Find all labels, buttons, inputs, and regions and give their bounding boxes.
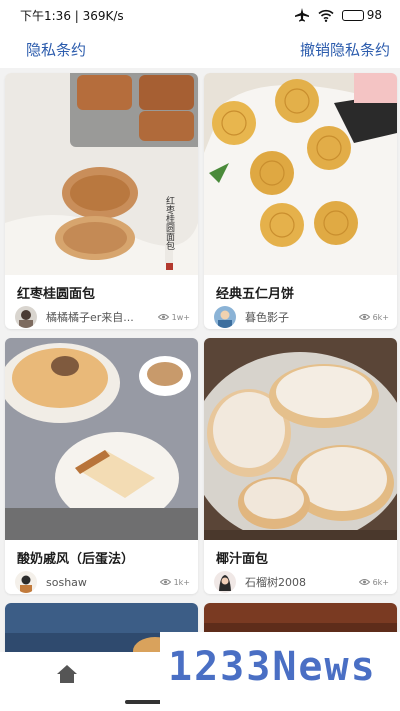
- watermark: 1233News: [160, 632, 400, 711]
- author-name[interactable]: 石榴树2008: [245, 574, 355, 590]
- home-icon[interactable]: [56, 664, 78, 684]
- view-count-value: 1w+: [171, 312, 190, 322]
- watermark-text: 1233News: [168, 644, 377, 690]
- recipe-meta: 石榴树2008 6k+: [204, 564, 397, 594]
- privacy-policy-link[interactable]: 隐私条约: [26, 39, 86, 60]
- view-count: 1w+: [157, 312, 190, 322]
- recipe-photo[interactable]: [204, 338, 397, 540]
- avatar[interactable]: [15, 306, 37, 328]
- recipe-meta: 暮色影子 6k+: [204, 299, 397, 329]
- wifi-icon: [318, 9, 334, 22]
- recipe-meta: soshaw 1k+: [5, 564, 198, 594]
- view-count: 1k+: [159, 577, 190, 587]
- recipe-grid[interactable]: 红枣桂圆面包 红枣桂圆面包 橘橘橘子er来自... 1w+ 经典五仁月饼 暮色影…: [0, 68, 400, 652]
- recipe-title[interactable]: 椰汁面包: [204, 540, 397, 564]
- view-count-value: 6k+: [372, 577, 389, 587]
- eye-icon: [358, 314, 370, 320]
- author-name[interactable]: 橘橘橘子er来自...: [46, 309, 154, 325]
- recipe-title[interactable]: 红枣桂圆面包: [5, 275, 198, 299]
- svg-text:红枣桂圆面包: 红枣桂圆面包: [164, 195, 175, 250]
- recipe-title[interactable]: 酸奶戚风（后蛋法）: [5, 540, 198, 564]
- recipe-photo[interactable]: [5, 338, 198, 540]
- header-links: 隐私条约 撤销隐私条约: [0, 30, 400, 68]
- status-icons: 98: [294, 8, 382, 22]
- airplane-icon: [294, 8, 309, 22]
- recipe-title[interactable]: 经典五仁月饼: [204, 275, 397, 299]
- view-count: 6k+: [358, 577, 389, 587]
- avatar[interactable]: [15, 571, 37, 593]
- author-name[interactable]: 暮色影子: [245, 309, 355, 325]
- eye-icon: [157, 314, 169, 320]
- recipe-photo-illustration: [204, 73, 397, 275]
- view-count-value: 6k+: [372, 312, 389, 322]
- avatar[interactable]: [214, 306, 236, 328]
- battery-indicator: 98: [341, 8, 382, 22]
- eye-icon: [159, 579, 171, 585]
- view-count-value: 1k+: [173, 577, 190, 587]
- recipe-meta: 橘橘橘子er来自... 1w+: [5, 299, 198, 329]
- recipe-photo-illustration: [5, 338, 198, 540]
- recipe-card[interactable]: 酸奶戚风（后蛋法） soshaw 1k+: [5, 338, 198, 594]
- recipe-card[interactable]: 椰汁面包 石榴树2008 6k+: [204, 338, 397, 594]
- recipe-photo-illustration: 红枣桂圆面包: [5, 73, 198, 275]
- battery-percent: 98: [366, 8, 382, 22]
- battery-icon: [341, 9, 364, 21]
- status-time-speed: 下午1:36 | 369K/s: [20, 8, 124, 23]
- view-count: 6k+: [358, 312, 389, 322]
- status-bar: 下午1:36 | 369K/s 98: [0, 0, 400, 30]
- eye-icon: [358, 579, 370, 585]
- recipe-photo-illustration: [204, 338, 397, 540]
- recipe-photo[interactable]: [204, 73, 397, 275]
- recipe-photo[interactable]: 红枣桂圆面包: [5, 73, 198, 275]
- recipe-card[interactable]: 红枣桂圆面包 红枣桂圆面包 橘橘橘子er来自... 1w+: [5, 73, 198, 329]
- revoke-privacy-link[interactable]: 撤销隐私条约: [300, 39, 390, 60]
- recipe-card[interactable]: 经典五仁月饼 暮色影子 6k+: [204, 73, 397, 329]
- avatar[interactable]: [214, 571, 236, 593]
- author-name[interactable]: soshaw: [46, 576, 156, 589]
